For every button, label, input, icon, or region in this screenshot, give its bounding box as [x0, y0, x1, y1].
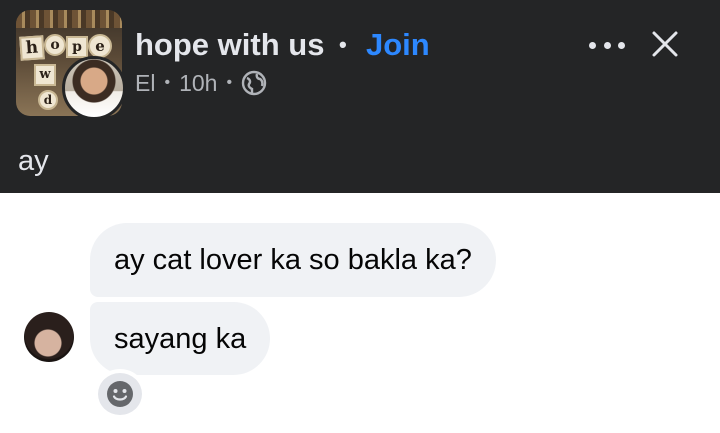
more-options-button[interactable]: [585, 28, 629, 62]
close-icon: [652, 31, 678, 57]
message-bubble[interactable]: sayang ka: [90, 302, 271, 375]
more-dots-icon: [618, 41, 625, 49]
post-header: h o p e w d hope with us • Join El • 10h…: [0, 0, 720, 193]
close-button[interactable]: [650, 28, 680, 60]
meta-separator: •: [164, 74, 171, 91]
letter-tile: w: [34, 64, 56, 86]
post-text: ay: [18, 145, 49, 177]
more-dots-icon: [603, 41, 611, 49]
smiley-icon: [107, 381, 133, 407]
group-name-link[interactable]: hope with us: [135, 26, 324, 64]
letter-tile: o: [44, 34, 66, 56]
post-timestamp[interactable]: 10h: [179, 70, 217, 97]
message-bubble[interactable]: ay cat lover ka so bakla ka?: [90, 223, 496, 297]
join-button[interactable]: Join: [366, 26, 430, 64]
letter-tile: e: [88, 34, 112, 58]
post-meta: El • 10h •: [135, 68, 267, 98]
letter-tile: d: [38, 90, 58, 110]
meta-separator: •: [226, 74, 233, 91]
letter-tile: h: [19, 35, 45, 61]
letter-tile: p: [66, 36, 88, 58]
author-avatar[interactable]: [62, 56, 126, 120]
title-separator: •: [339, 32, 347, 57]
bookshelf-decoration: [16, 10, 122, 28]
globe-icon: [241, 70, 267, 96]
react-button[interactable]: [94, 369, 146, 419]
author-name[interactable]: El: [135, 70, 155, 97]
sender-avatar[interactable]: [24, 312, 74, 362]
more-dots-icon: [589, 41, 596, 49]
